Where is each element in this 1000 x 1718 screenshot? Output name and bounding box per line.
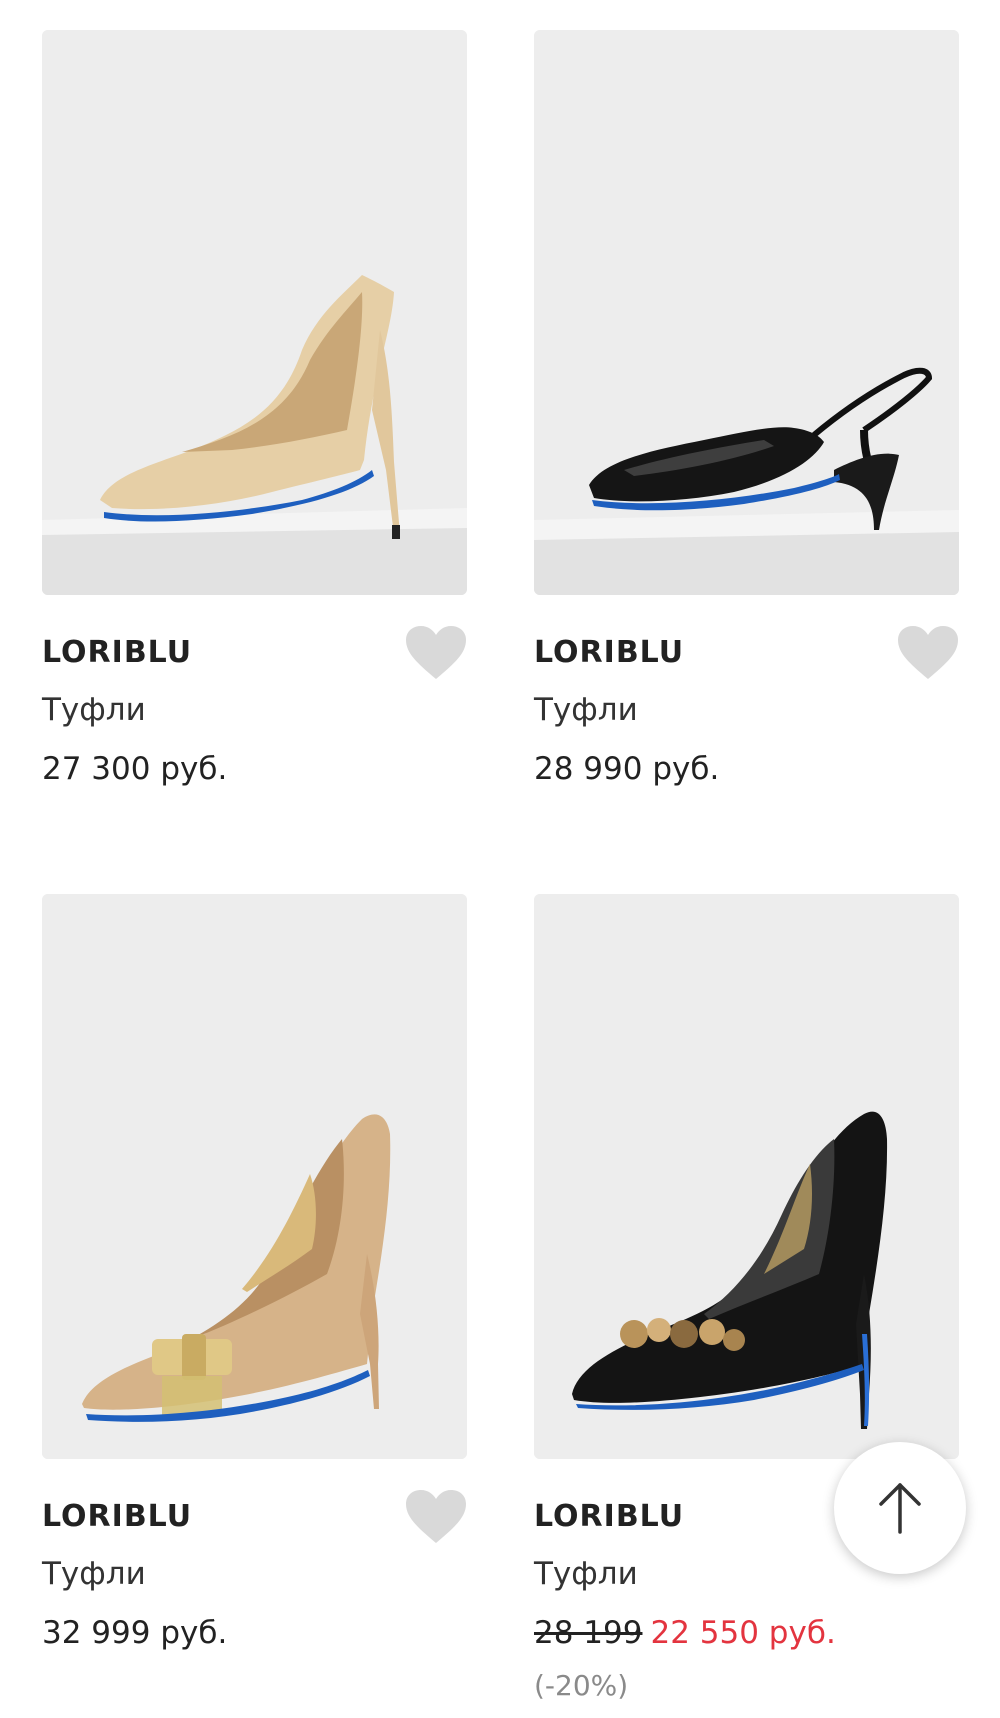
product-image[interactable] — [42, 894, 467, 1459]
product-card[interactable]: LORIBLU Туфли 27 300 руб. — [42, 30, 467, 835]
beige-suede-pump-image — [42, 30, 467, 595]
scroll-to-top-button[interactable] — [834, 1442, 966, 1574]
black-suede-embellished-pump-image — [534, 894, 959, 1459]
product-category: Туфли — [534, 1556, 638, 1592]
product-category: Туфли — [42, 1556, 146, 1592]
product-price: 28 990 руб. — [534, 751, 720, 787]
product-image[interactable] — [534, 894, 959, 1459]
old-price: 28 199 — [534, 1615, 643, 1651]
discount-badge: (-20%) — [534, 1669, 629, 1702]
product-image[interactable] — [42, 30, 467, 595]
product-category: Туфли — [42, 692, 146, 728]
product-price: 28 199 22 550 руб. — [534, 1615, 836, 1651]
product-image[interactable] — [534, 30, 959, 595]
product-brand: LORIBLU — [534, 1499, 685, 1534]
product-brand: LORIBLU — [42, 635, 193, 670]
product-card[interactable]: LORIBLU Туфли 32 999 руб. — [42, 894, 467, 1699]
product-category: Туфли — [534, 692, 638, 728]
product-card[interactable]: LORIBLU Туфли 28 199 22 550 руб. (-20%) — [534, 894, 959, 1702]
product-price: 32 999 руб. — [42, 1615, 228, 1651]
product-brand: LORIBLU — [534, 635, 685, 670]
heart-icon[interactable] — [897, 625, 959, 681]
arrow-up-icon — [879, 1483, 921, 1534]
black-patent-slingback-image — [534, 30, 959, 595]
product-card[interactable]: LORIBLU Туфли 28 990 руб. — [534, 30, 959, 835]
heart-icon[interactable] — [405, 1489, 467, 1545]
product-price: 27 300 руб. — [42, 751, 228, 787]
product-brand: LORIBLU — [42, 1499, 193, 1534]
sale-price: 22 550 руб. — [650, 1615, 836, 1651]
nude-leather-bow-pump-image — [42, 894, 467, 1459]
heart-icon[interactable] — [405, 625, 467, 681]
